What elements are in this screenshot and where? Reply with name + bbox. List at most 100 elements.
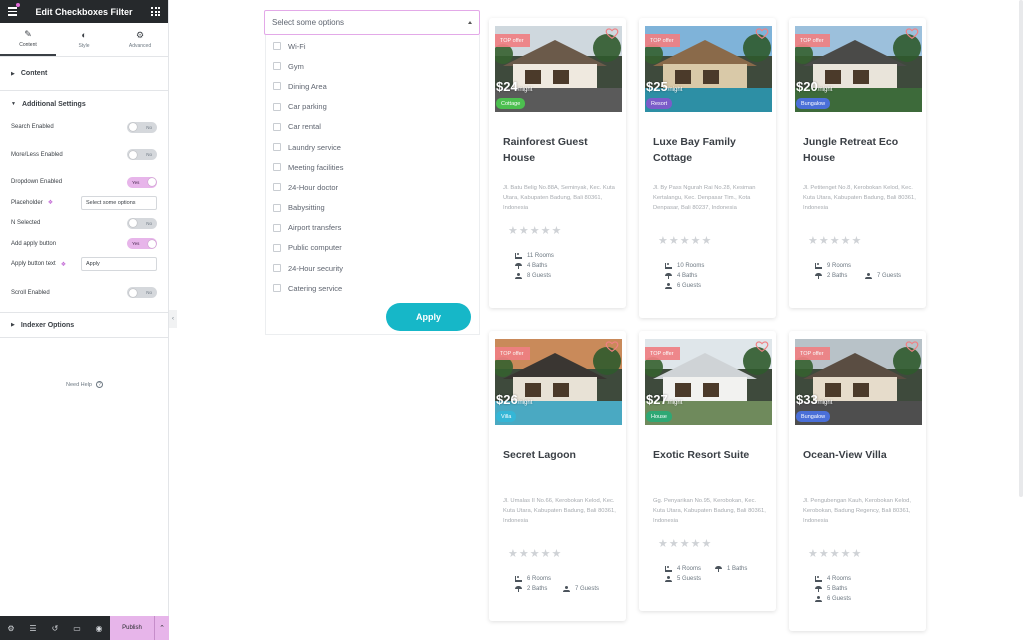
n-selected-toggle[interactable]: No: [127, 217, 157, 229]
publish-button[interactable]: Publish: [110, 616, 154, 640]
filter-option[interactable]: Car parking: [266, 97, 479, 117]
listing-card[interactable]: TOP offer $20/night Bungalow Jungle Retr…: [789, 18, 926, 308]
listing-title[interactable]: Exotic Resort Suite: [653, 447, 768, 463]
widgets-grid-icon[interactable]: [151, 7, 160, 16]
search-enabled-toggle[interactable]: No: [127, 121, 157, 133]
listing-photo[interactable]: TOP offer $27/night House: [645, 339, 772, 425]
checkbox[interactable]: [273, 203, 281, 212]
baths-info: 2 Baths: [515, 586, 547, 592]
section-content[interactable]: ▶ Content: [0, 57, 168, 91]
filter-option[interactable]: Wi-Fi: [266, 36, 479, 56]
dynamic-tags-icon[interactable]: ❖: [48, 199, 53, 206]
filter-option[interactable]: Babysitting: [266, 198, 479, 218]
listing-address: Jl. By Pass Ngurah Rai No.28, Kesiman Ke…: [653, 185, 756, 211]
checkbox[interactable]: [273, 102, 281, 111]
filter-option[interactable]: Car rental: [266, 117, 479, 137]
add-apply-button-toggle[interactable]: Yes: [127, 238, 157, 250]
listing-title[interactable]: Luxe Bay Family Cottage: [653, 134, 768, 166]
listing-title[interactable]: Ocean-View Villa: [803, 447, 918, 463]
tab-advanced[interactable]: ⚙ Advanced: [112, 23, 168, 56]
menu-icon[interactable]: [8, 7, 17, 16]
heart-icon[interactable]: [755, 26, 769, 40]
filter-select[interactable]: Select some options: [264, 10, 480, 35]
checkbox[interactable]: [273, 163, 281, 172]
heart-icon[interactable]: [605, 339, 619, 353]
rating-stars[interactable]: ★★★★★: [808, 234, 862, 247]
checkbox[interactable]: [273, 82, 281, 91]
checkbox[interactable]: [273, 183, 281, 192]
filter-option[interactable]: 24-Hour security: [266, 258, 479, 278]
checkbox[interactable]: [273, 264, 281, 273]
control-label: Scroll Enabled: [11, 289, 50, 296]
listing-photo[interactable]: TOP offer $20/night Bungalow: [795, 26, 922, 112]
listing-title[interactable]: Rainforest Guest House: [503, 134, 618, 166]
listing-photo[interactable]: TOP offer $26/night Villa: [495, 339, 622, 425]
need-help-link[interactable]: Need Help ?: [0, 381, 169, 388]
checkbox[interactable]: [273, 284, 281, 293]
filter-option[interactable]: Meeting facilities: [266, 157, 479, 177]
listing-photo[interactable]: TOP offer $25/night Resort: [645, 26, 772, 112]
property-type-badge[interactable]: Bungalow: [796, 411, 831, 422]
checkbox[interactable]: [273, 42, 281, 51]
apply-button-text-input[interactable]: Apply: [81, 257, 157, 272]
layers-icon[interactable]: ☰: [22, 624, 44, 633]
checkbox[interactable]: [273, 243, 281, 252]
preview-eye-icon[interactable]: ◉: [88, 624, 110, 633]
tab-style[interactable]: ◐ Style: [56, 23, 112, 56]
filter-option[interactable]: Catering service: [266, 278, 479, 298]
page-scrollbar[interactable]: [1019, 0, 1023, 497]
section-additional-settings[interactable]: ▼ Additional Settings: [0, 91, 168, 117]
listing-title[interactable]: Jungle Retreat Eco House: [803, 134, 918, 166]
property-type-badge[interactable]: House: [646, 411, 672, 422]
rating-stars[interactable]: ★★★★★: [658, 234, 712, 247]
listing-card[interactable]: TOP offer $25/night Resort Luxe Bay Fami…: [639, 18, 776, 318]
placeholder-input[interactable]: Select some options: [81, 195, 157, 210]
heart-icon[interactable]: [605, 26, 619, 40]
rating-stars[interactable]: ★★★★★: [508, 547, 562, 560]
property-type-badge[interactable]: Cottage: [496, 98, 526, 109]
section-indexer-options[interactable]: ▶ Indexer Options: [0, 312, 168, 338]
filter-option[interactable]: Airport transfers: [266, 218, 479, 238]
listing-card[interactable]: TOP offer $33/night Bungalow Ocean-View …: [789, 331, 926, 631]
more-less-toggle[interactable]: No: [127, 149, 157, 161]
heart-icon[interactable]: [755, 339, 769, 353]
filter-option[interactable]: Gym: [266, 56, 479, 76]
dynamic-tags-icon[interactable]: ❖: [61, 261, 66, 268]
rating-stars[interactable]: ★★★★★: [808, 547, 862, 560]
checkbox[interactable]: [273, 143, 281, 152]
price-value: $20: [796, 79, 818, 94]
listing-card[interactable]: TOP offer $24/night Cottage Rainforest G…: [489, 18, 626, 308]
listing-photo[interactable]: TOP offer $33/night Bungalow: [795, 339, 922, 425]
collapse-panel-handle[interactable]: ‹: [169, 310, 177, 328]
property-type-badge[interactable]: Villa: [496, 411, 517, 422]
need-help-label: Need Help: [66, 381, 92, 388]
heart-icon[interactable]: [905, 26, 919, 40]
listing-title[interactable]: Secret Lagoon: [503, 447, 618, 463]
history-icon[interactable]: ↺: [44, 624, 66, 633]
checkbox[interactable]: [273, 122, 281, 131]
property-type-badge[interactable]: Bungalow: [796, 98, 831, 109]
price-unit: /night: [517, 87, 533, 93]
rating-stars[interactable]: ★★★★★: [508, 224, 562, 237]
heart-icon[interactable]: [905, 339, 919, 353]
rooms-count: 11 Rooms: [527, 253, 554, 259]
checkbox[interactable]: [273, 62, 281, 71]
filter-option[interactable]: Laundry service: [266, 137, 479, 157]
filter-option[interactable]: Dining Area: [266, 76, 479, 96]
filter-option[interactable]: Public computer: [266, 238, 479, 258]
tab-content[interactable]: ✎ Content: [0, 23, 56, 56]
listing-photo[interactable]: TOP offer $24/night Cottage: [495, 26, 622, 112]
property-type-badge[interactable]: Resort: [646, 98, 673, 109]
filter-option[interactable]: 24-Hour doctor: [266, 177, 479, 197]
scroll-enabled-toggle[interactable]: No: [127, 287, 157, 299]
chevron-up-icon[interactable]: ⌃: [154, 616, 169, 640]
panel-footer: ⚙ ☰ ↺ ▭ ◉ Publish ⌃: [0, 616, 169, 640]
responsive-icon[interactable]: ▭: [66, 624, 88, 633]
rating-stars[interactable]: ★★★★★: [658, 537, 712, 550]
listing-card[interactable]: TOP offer $26/night Villa Secret Lagoon …: [489, 331, 626, 621]
apply-button[interactable]: Apply: [386, 303, 471, 331]
listing-card[interactable]: TOP offer $27/night House Exotic Resort …: [639, 331, 776, 611]
dropdown-enabled-toggle[interactable]: Yes: [127, 176, 157, 188]
checkbox[interactable]: [273, 223, 281, 232]
settings-gear-icon[interactable]: ⚙: [0, 624, 22, 633]
